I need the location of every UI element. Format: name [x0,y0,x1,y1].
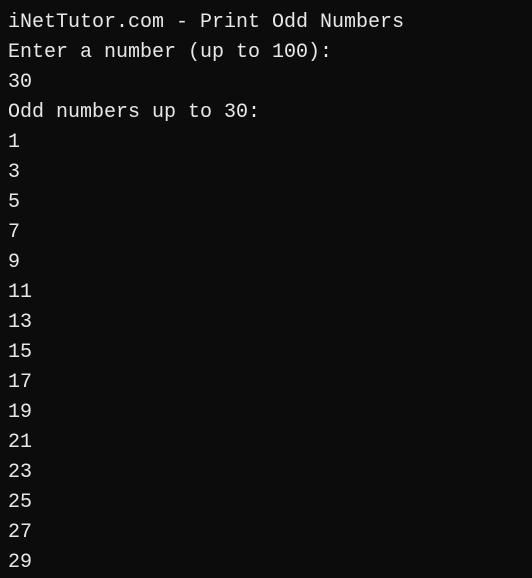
odd-number: 25 [8,488,524,518]
user-input: 30 [8,68,524,98]
odd-number: 11 [8,278,524,308]
odd-number: 5 [8,188,524,218]
odd-number: 23 [8,458,524,488]
odd-number: 7 [8,218,524,248]
odd-number: 29 [8,548,524,578]
odd-number: 13 [8,308,524,338]
odd-number: 3 [8,158,524,188]
odd-number: 27 [8,518,524,548]
odd-number: 17 [8,368,524,398]
odd-number: 1 [8,128,524,158]
prompt-text: Enter a number (up to 100): [8,38,524,68]
odd-number: 19 [8,398,524,428]
program-title: iNetTutor.com - Print Odd Numbers [8,8,524,38]
odd-number: 9 [8,248,524,278]
odd-number: 21 [8,428,524,458]
odd-number: 15 [8,338,524,368]
result-header: Odd numbers up to 30: [8,98,524,128]
